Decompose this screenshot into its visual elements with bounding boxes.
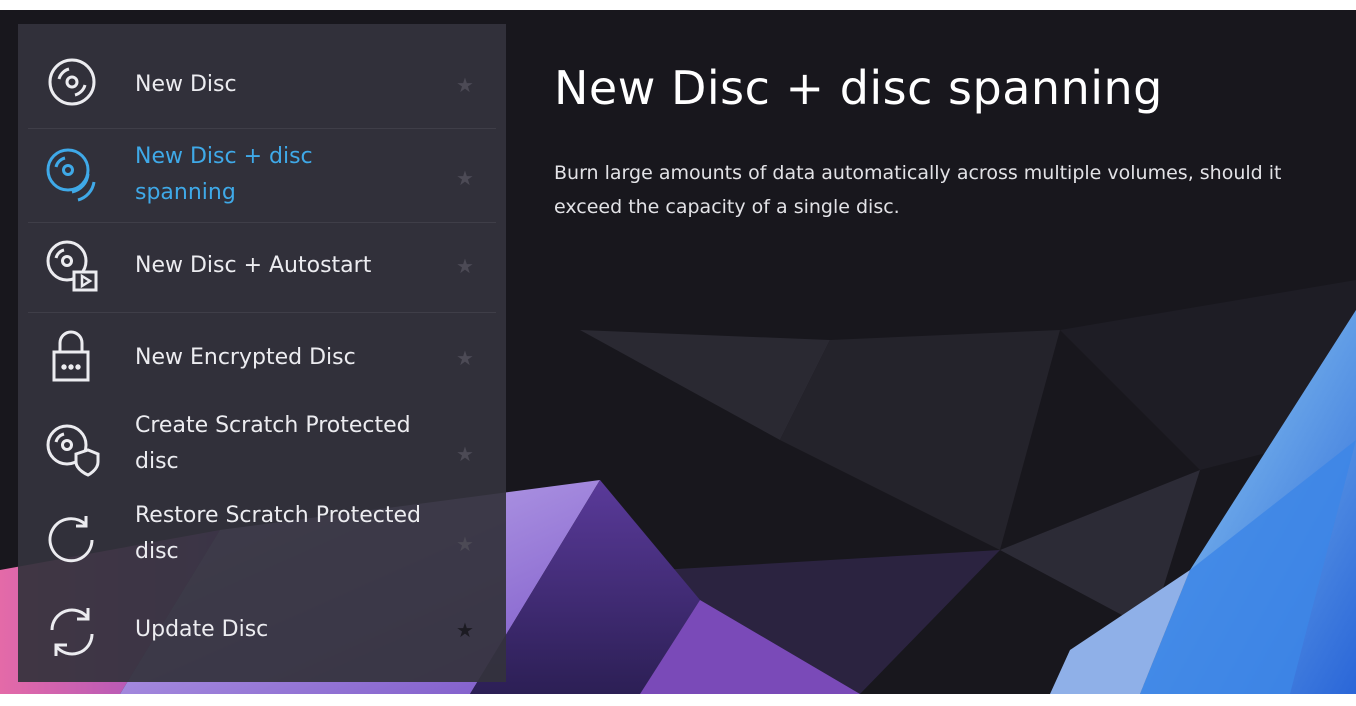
disc-stack-icon — [42, 144, 102, 204]
favorite-star-icon[interactable]: ★ — [456, 445, 474, 465]
menu-divider — [28, 222, 496, 223]
detail-description: Burn large amounts of data automatically… — [554, 162, 1282, 218]
refresh-icon — [42, 602, 102, 662]
detail-title: New Disc + disc spanning — [554, 61, 1163, 115]
menu-item-label: New Disc + Autostart — [135, 253, 372, 278]
app-window: New Disc ★ New Disc + disc spanning ★ Ne… — [0, 10, 1356, 694]
favorite-star-icon[interactable]: ★ — [456, 169, 474, 189]
menu-item-label: New Disc — [135, 72, 237, 97]
favorite-star-icon[interactable]: ★ — [456, 535, 474, 555]
menu-item-new-disc-spanning[interactable]: New Disc + disc spanning ★ — [18, 130, 506, 220]
disc-icon — [42, 52, 102, 112]
menu-divider — [28, 128, 496, 129]
menu-item-new-disc[interactable]: New Disc ★ — [18, 42, 506, 126]
favorite-star-icon[interactable]: ★ — [456, 621, 474, 641]
menu-item-update-disc[interactable]: Update Disc ★ — [18, 586, 506, 676]
favorite-star-icon[interactable]: ★ — [456, 349, 474, 369]
menu-item-label: New Encrypted Disc — [135, 345, 356, 370]
favorite-star-icon[interactable]: ★ — [456, 257, 474, 277]
detail-pane: New Disc + disc spanning Burn large amou… — [554, 60, 1334, 224]
disc-autostart-icon — [42, 236, 102, 296]
menu-item-label: Restore Scratch Protected disc — [135, 503, 421, 564]
lock-icon — [42, 326, 102, 386]
menu-item-new-disc-autostart[interactable]: New Disc + Autostart ★ — [18, 224, 506, 310]
menu-item-new-encrypted-disc[interactable]: New Encrypted Disc ★ — [18, 314, 506, 400]
menu-divider — [28, 312, 496, 313]
menu-item-label: New Disc + disc spanning — [135, 144, 313, 205]
favorite-star-icon[interactable]: ★ — [456, 76, 474, 96]
menu-item-create-scratch-protected-disc[interactable]: Create Scratch Protected disc ★ — [18, 404, 506, 494]
restore-icon — [42, 510, 102, 570]
menu-item-restore-scratch-protected-disc[interactable]: Restore Scratch Protected disc ★ — [18, 494, 506, 584]
new-disc-menu: New Disc ★ New Disc + disc spanning ★ Ne… — [18, 24, 506, 682]
menu-item-label: Update Disc — [135, 617, 269, 642]
disc-shield-icon — [42, 420, 102, 480]
menu-item-label: Create Scratch Protected disc — [135, 413, 411, 474]
